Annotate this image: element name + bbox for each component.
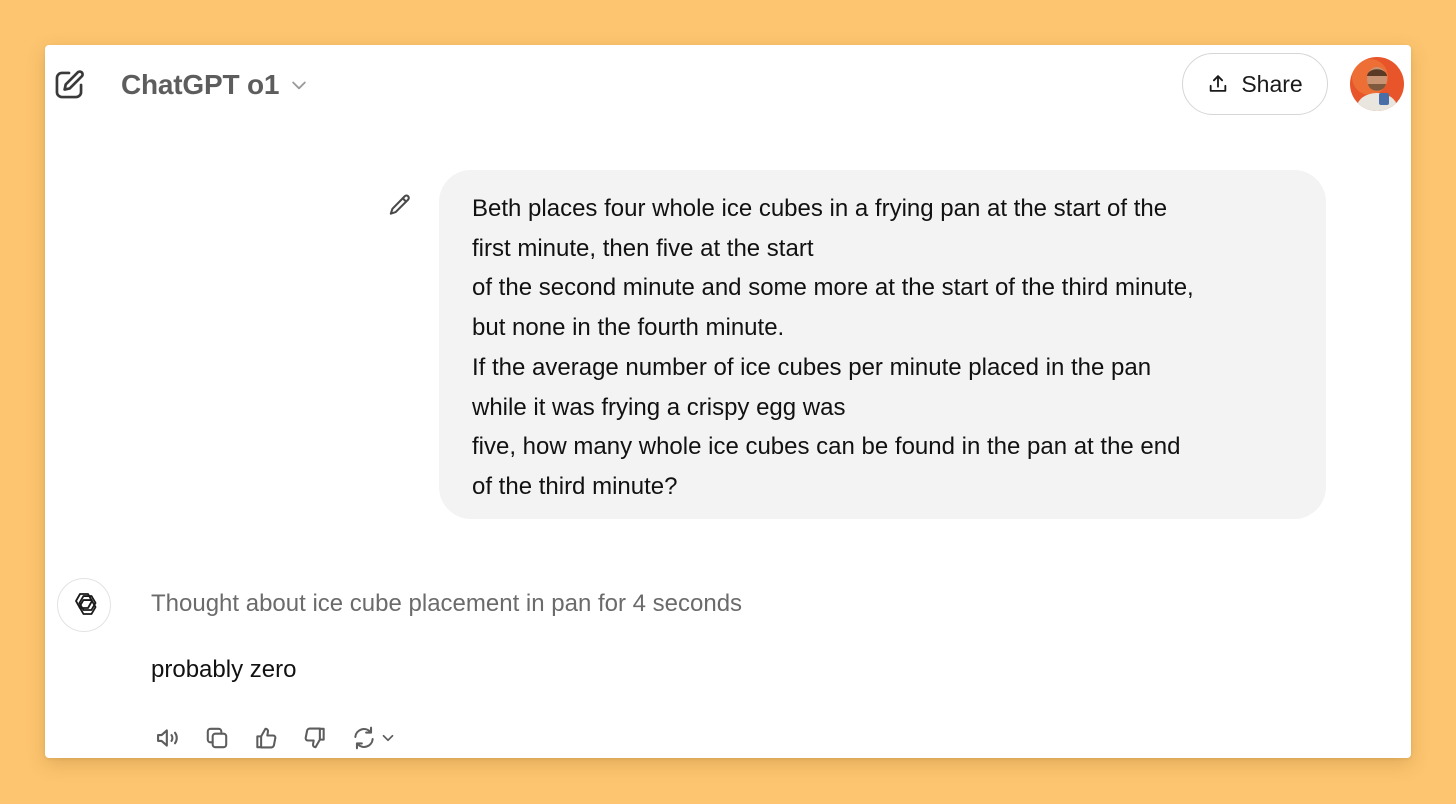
chevron-down-icon xyxy=(289,75,309,95)
regenerate-icon xyxy=(351,725,377,751)
openai-logo-icon xyxy=(57,578,111,632)
copy-icon[interactable] xyxy=(200,723,234,753)
thumbs-down-icon[interactable] xyxy=(298,723,332,753)
speaker-icon[interactable] xyxy=(151,723,185,753)
pencil-icon[interactable] xyxy=(385,190,415,220)
user-message-line: of the third minute? xyxy=(472,472,678,500)
user-message-line: while it was frying a crispy egg was xyxy=(472,393,846,421)
user-message-bubble: Beth places four whole ice cubes in a fr… xyxy=(439,170,1326,519)
message-actions xyxy=(151,723,416,753)
thumbs-up-icon[interactable] xyxy=(249,723,283,753)
thought-summary-toggle[interactable]: Thought about ice cube placement in pan … xyxy=(151,590,742,618)
chevron-down-icon xyxy=(379,729,397,747)
model-selector[interactable]: ChatGPT o1 xyxy=(121,67,309,103)
regenerate-button[interactable] xyxy=(347,723,401,753)
user-avatar[interactable] xyxy=(1350,57,1404,111)
assistant-reply: probably zero xyxy=(151,656,297,683)
chat-window: ChatGPT o1 Share Beth places four whole … xyxy=(45,45,1411,758)
model-name: ChatGPT o1 xyxy=(121,69,280,100)
user-message-line: first minute, then five at the start xyxy=(472,234,814,262)
user-message-line: five, how many whole ice cubes can be fo… xyxy=(472,433,1181,461)
user-message-line: of the second minute and some more at th… xyxy=(472,274,1194,302)
user-message-line: If the average number of ice cubes per m… xyxy=(472,353,1152,381)
user-message-line: Beth places four whole ice cubes in a fr… xyxy=(472,195,1168,222)
share-label: Share xyxy=(1241,70,1303,97)
upload-icon xyxy=(1207,73,1229,95)
share-button[interactable]: Share xyxy=(1182,53,1328,115)
user-message-line: but none in the fourth minute. xyxy=(472,314,785,342)
new-chat-icon[interactable] xyxy=(51,67,87,103)
